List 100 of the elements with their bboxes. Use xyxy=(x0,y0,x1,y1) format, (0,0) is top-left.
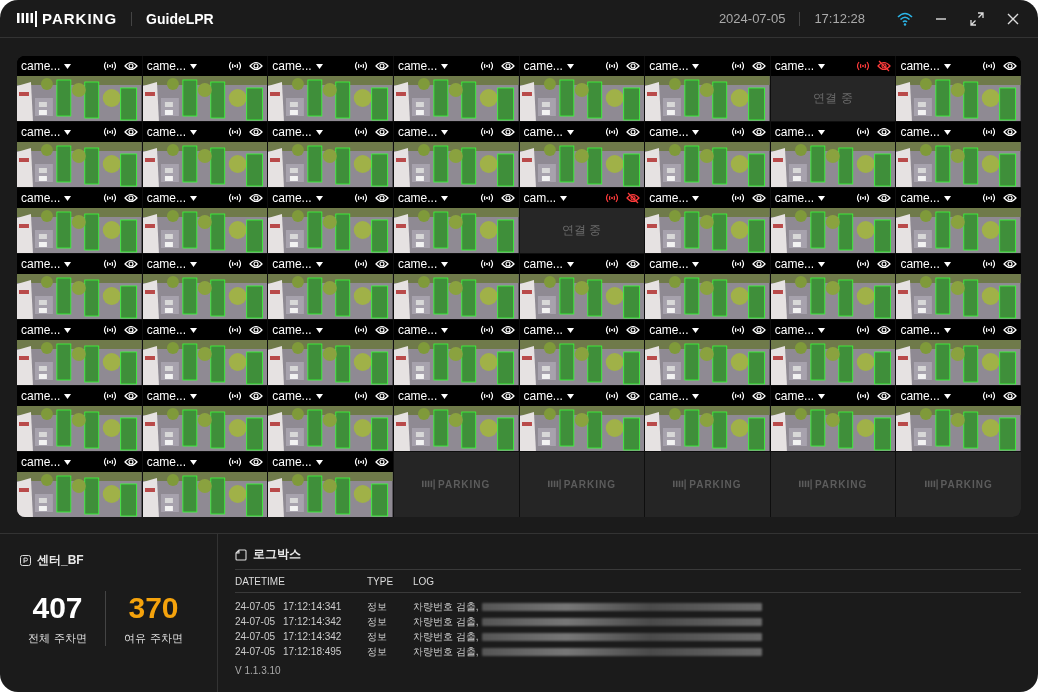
eye-icon[interactable] xyxy=(374,324,389,336)
camera-select[interactable]: came... xyxy=(774,257,826,271)
eye-icon[interactable] xyxy=(123,258,138,270)
eye-icon[interactable] xyxy=(249,324,264,336)
camera-select[interactable]: came... xyxy=(272,323,323,337)
eye-icon[interactable] xyxy=(249,192,264,204)
camera-select[interactable]: came... xyxy=(272,125,323,139)
eye-icon[interactable] xyxy=(500,258,515,270)
eye-icon[interactable] xyxy=(751,324,766,336)
camera-select[interactable]: came... xyxy=(900,191,951,205)
eye-icon[interactable] xyxy=(1003,60,1017,72)
camera-select[interactable]: came... xyxy=(900,389,951,403)
camera-select[interactable]: came... xyxy=(146,389,197,403)
camera-select[interactable]: came... xyxy=(21,191,72,205)
camera-select[interactable]: came... xyxy=(774,191,826,205)
camera-select[interactable]: came... xyxy=(649,389,700,403)
eye-icon[interactable] xyxy=(123,390,138,402)
eye-icon[interactable] xyxy=(1003,192,1017,204)
eye-icon[interactable] xyxy=(1003,126,1017,138)
camera-select[interactable]: came... xyxy=(21,125,72,139)
eye-icon[interactable] xyxy=(123,192,138,204)
eye-icon[interactable] xyxy=(1003,324,1017,336)
camera-select[interactable]: came... xyxy=(774,389,826,403)
eye-icon[interactable] xyxy=(1003,390,1017,402)
eye-icon[interactable] xyxy=(751,258,766,270)
eye-icon[interactable] xyxy=(374,258,389,270)
eye-icon[interactable] xyxy=(500,390,515,402)
eye-icon[interactable] xyxy=(123,324,138,336)
camera-select[interactable]: came... xyxy=(272,389,323,403)
camera-select[interactable]: came... xyxy=(272,257,323,271)
camera-select[interactable]: came... xyxy=(649,125,700,139)
eye-icon[interactable] xyxy=(877,324,892,336)
eye-icon[interactable] xyxy=(751,126,766,138)
eye-icon[interactable] xyxy=(877,126,892,138)
eye-icon[interactable] xyxy=(374,60,389,72)
eye-icon[interactable] xyxy=(374,192,389,204)
eye-icon[interactable] xyxy=(123,60,138,72)
eye-icon[interactable] xyxy=(123,456,138,468)
camera-select[interactable]: came... xyxy=(774,59,826,73)
maximize-icon[interactable] xyxy=(969,10,985,27)
eye-icon[interactable] xyxy=(374,126,389,138)
eye-icon[interactable] xyxy=(877,390,892,402)
eye-icon[interactable] xyxy=(374,456,389,468)
eye-icon[interactable] xyxy=(751,390,766,402)
eye-icon[interactable] xyxy=(249,390,264,402)
eye-icon[interactable] xyxy=(626,60,641,72)
camera-select[interactable]: came... xyxy=(649,257,700,271)
camera-select[interactable]: came... xyxy=(21,59,72,73)
eye-icon[interactable] xyxy=(249,126,264,138)
eye-icon[interactable] xyxy=(751,60,766,72)
camera-select[interactable]: came... xyxy=(900,125,951,139)
eye-off-icon[interactable] xyxy=(626,192,641,204)
camera-select[interactable]: came... xyxy=(523,59,574,73)
eye-icon[interactable] xyxy=(249,60,264,72)
camera-select[interactable]: came... xyxy=(397,323,449,337)
eye-icon[interactable] xyxy=(500,60,515,72)
camera-select[interactable]: came... xyxy=(649,191,700,205)
eye-icon[interactable] xyxy=(249,258,264,270)
camera-select[interactable]: came... xyxy=(774,323,826,337)
eye-icon[interactable] xyxy=(500,192,515,204)
camera-select[interactable]: came... xyxy=(397,59,449,73)
eye-icon[interactable] xyxy=(626,390,641,402)
camera-select[interactable]: came... xyxy=(21,389,72,403)
camera-select[interactable]: came... xyxy=(900,257,951,271)
camera-select[interactable]: came... xyxy=(774,125,826,139)
camera-select[interactable]: came... xyxy=(523,389,574,403)
camera-select[interactable]: came... xyxy=(397,257,449,271)
camera-select[interactable]: came... xyxy=(649,59,700,73)
camera-select[interactable]: came... xyxy=(523,323,574,337)
camera-select[interactable]: came... xyxy=(146,323,197,337)
camera-select[interactable]: came... xyxy=(146,125,197,139)
eye-icon[interactable] xyxy=(751,192,766,204)
eye-off-icon[interactable] xyxy=(877,60,892,72)
eye-icon[interactable] xyxy=(877,258,892,270)
camera-select[interactable]: came... xyxy=(523,257,574,271)
camera-select[interactable]: came... xyxy=(146,59,197,73)
camera-select[interactable]: came... xyxy=(900,59,951,73)
eye-icon[interactable] xyxy=(1003,258,1017,270)
camera-select[interactable]: came... xyxy=(146,455,197,469)
eye-icon[interactable] xyxy=(249,456,264,468)
camera-select[interactable]: came... xyxy=(900,323,951,337)
camera-select[interactable]: came... xyxy=(397,125,449,139)
camera-select[interactable]: came... xyxy=(21,323,72,337)
camera-select[interactable]: came... xyxy=(397,191,449,205)
camera-select[interactable]: came... xyxy=(272,455,323,469)
camera-select[interactable]: came... xyxy=(146,257,197,271)
camera-select[interactable]: came... xyxy=(21,455,72,469)
eye-icon[interactable] xyxy=(374,390,389,402)
camera-select[interactable]: came... xyxy=(272,191,323,205)
camera-select[interactable]: came... xyxy=(146,191,197,205)
camera-select[interactable]: came... xyxy=(523,125,574,139)
eye-icon[interactable] xyxy=(500,126,515,138)
eye-icon[interactable] xyxy=(500,324,515,336)
eye-icon[interactable] xyxy=(626,258,641,270)
eye-icon[interactable] xyxy=(626,324,641,336)
eye-icon[interactable] xyxy=(626,126,641,138)
camera-select[interactable]: came... xyxy=(397,389,449,403)
eye-icon[interactable] xyxy=(877,192,892,204)
eye-icon[interactable] xyxy=(123,126,138,138)
camera-select[interactable]: came... xyxy=(649,323,700,337)
